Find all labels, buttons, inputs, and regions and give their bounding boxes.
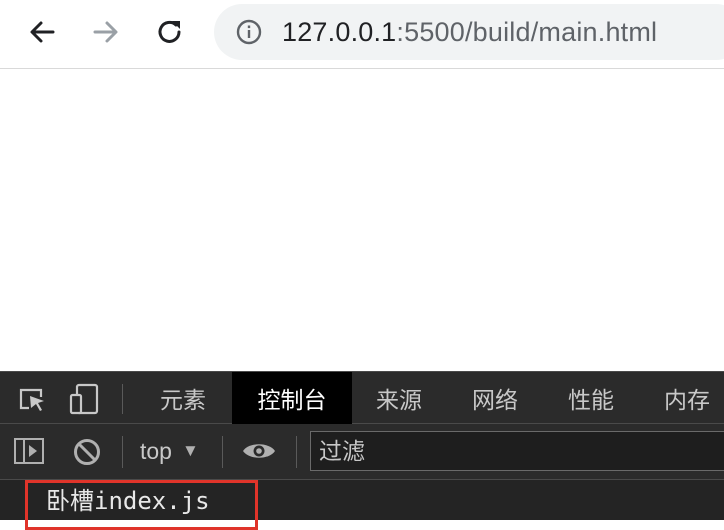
device-toolbar-button[interactable] [66, 382, 102, 416]
browser-toolbar: 127.0.0.1:5500/build/main.html [0, 0, 724, 69]
arrow-left-icon [30, 21, 55, 43]
arrow-right-icon [93, 21, 118, 43]
inspect-element-icon [19, 388, 44, 411]
reload-icon [158, 20, 181, 43]
filter-input[interactable] [310, 431, 724, 471]
context-selector[interactable]: top ▼ [140, 432, 199, 470]
clear-console-icon [74, 439, 100, 465]
url-path: :5500/build/main.html [396, 17, 658, 47]
back-button[interactable] [24, 14, 60, 50]
tab-elements[interactable]: 元素 [142, 372, 224, 424]
toolbar-divider [296, 436, 297, 468]
url-text[interactable]: 127.0.0.1:5500/build/main.html [282, 16, 657, 48]
device-toggle-icon [69, 383, 99, 415]
tab-network[interactable]: 网络 [456, 372, 534, 424]
dropdown-arrow-icon: ▼ [181, 441, 199, 460]
info-icon[interactable] [236, 19, 262, 45]
devtools-panel: 元素 控制台 来源 网络 性能 内存 top ▼ 过滤 卧槽index.js [0, 371, 724, 520]
reload-button[interactable] [152, 14, 188, 50]
forward-button[interactable] [88, 14, 124, 50]
url-host: 127.0.0.1 [282, 17, 397, 47]
console-message[interactable]: 卧槽index.js [46, 486, 210, 516]
clear-console-button[interactable] [70, 435, 104, 469]
address-bar[interactable]: 127.0.0.1:5500/build/main.html [214, 4, 724, 60]
console-toolbar: top ▼ [0, 424, 724, 480]
eye-icon [243, 444, 275, 458]
sidebar-toggle-icon [14, 438, 44, 464]
tab-sources[interactable]: 来源 [360, 372, 438, 424]
toolbar-divider [122, 384, 123, 414]
inspect-element-button[interactable] [14, 384, 50, 414]
context-value: top [140, 437, 172, 464]
show-sidebar-button[interactable] [12, 436, 46, 466]
toolbar-divider [222, 436, 223, 468]
page-content [0, 69, 724, 371]
live-expression-button[interactable] [240, 436, 278, 466]
toolbar-divider [122, 436, 123, 468]
console-output: 卧槽index.js [0, 480, 724, 520]
tab-console[interactable]: 控制台 [232, 372, 352, 424]
tab-performance[interactable]: 性能 [552, 372, 630, 424]
tab-memory[interactable]: 内存 [648, 372, 724, 424]
devtools-tab-bar: 元素 控制台 来源 网络 性能 内存 [0, 371, 724, 424]
